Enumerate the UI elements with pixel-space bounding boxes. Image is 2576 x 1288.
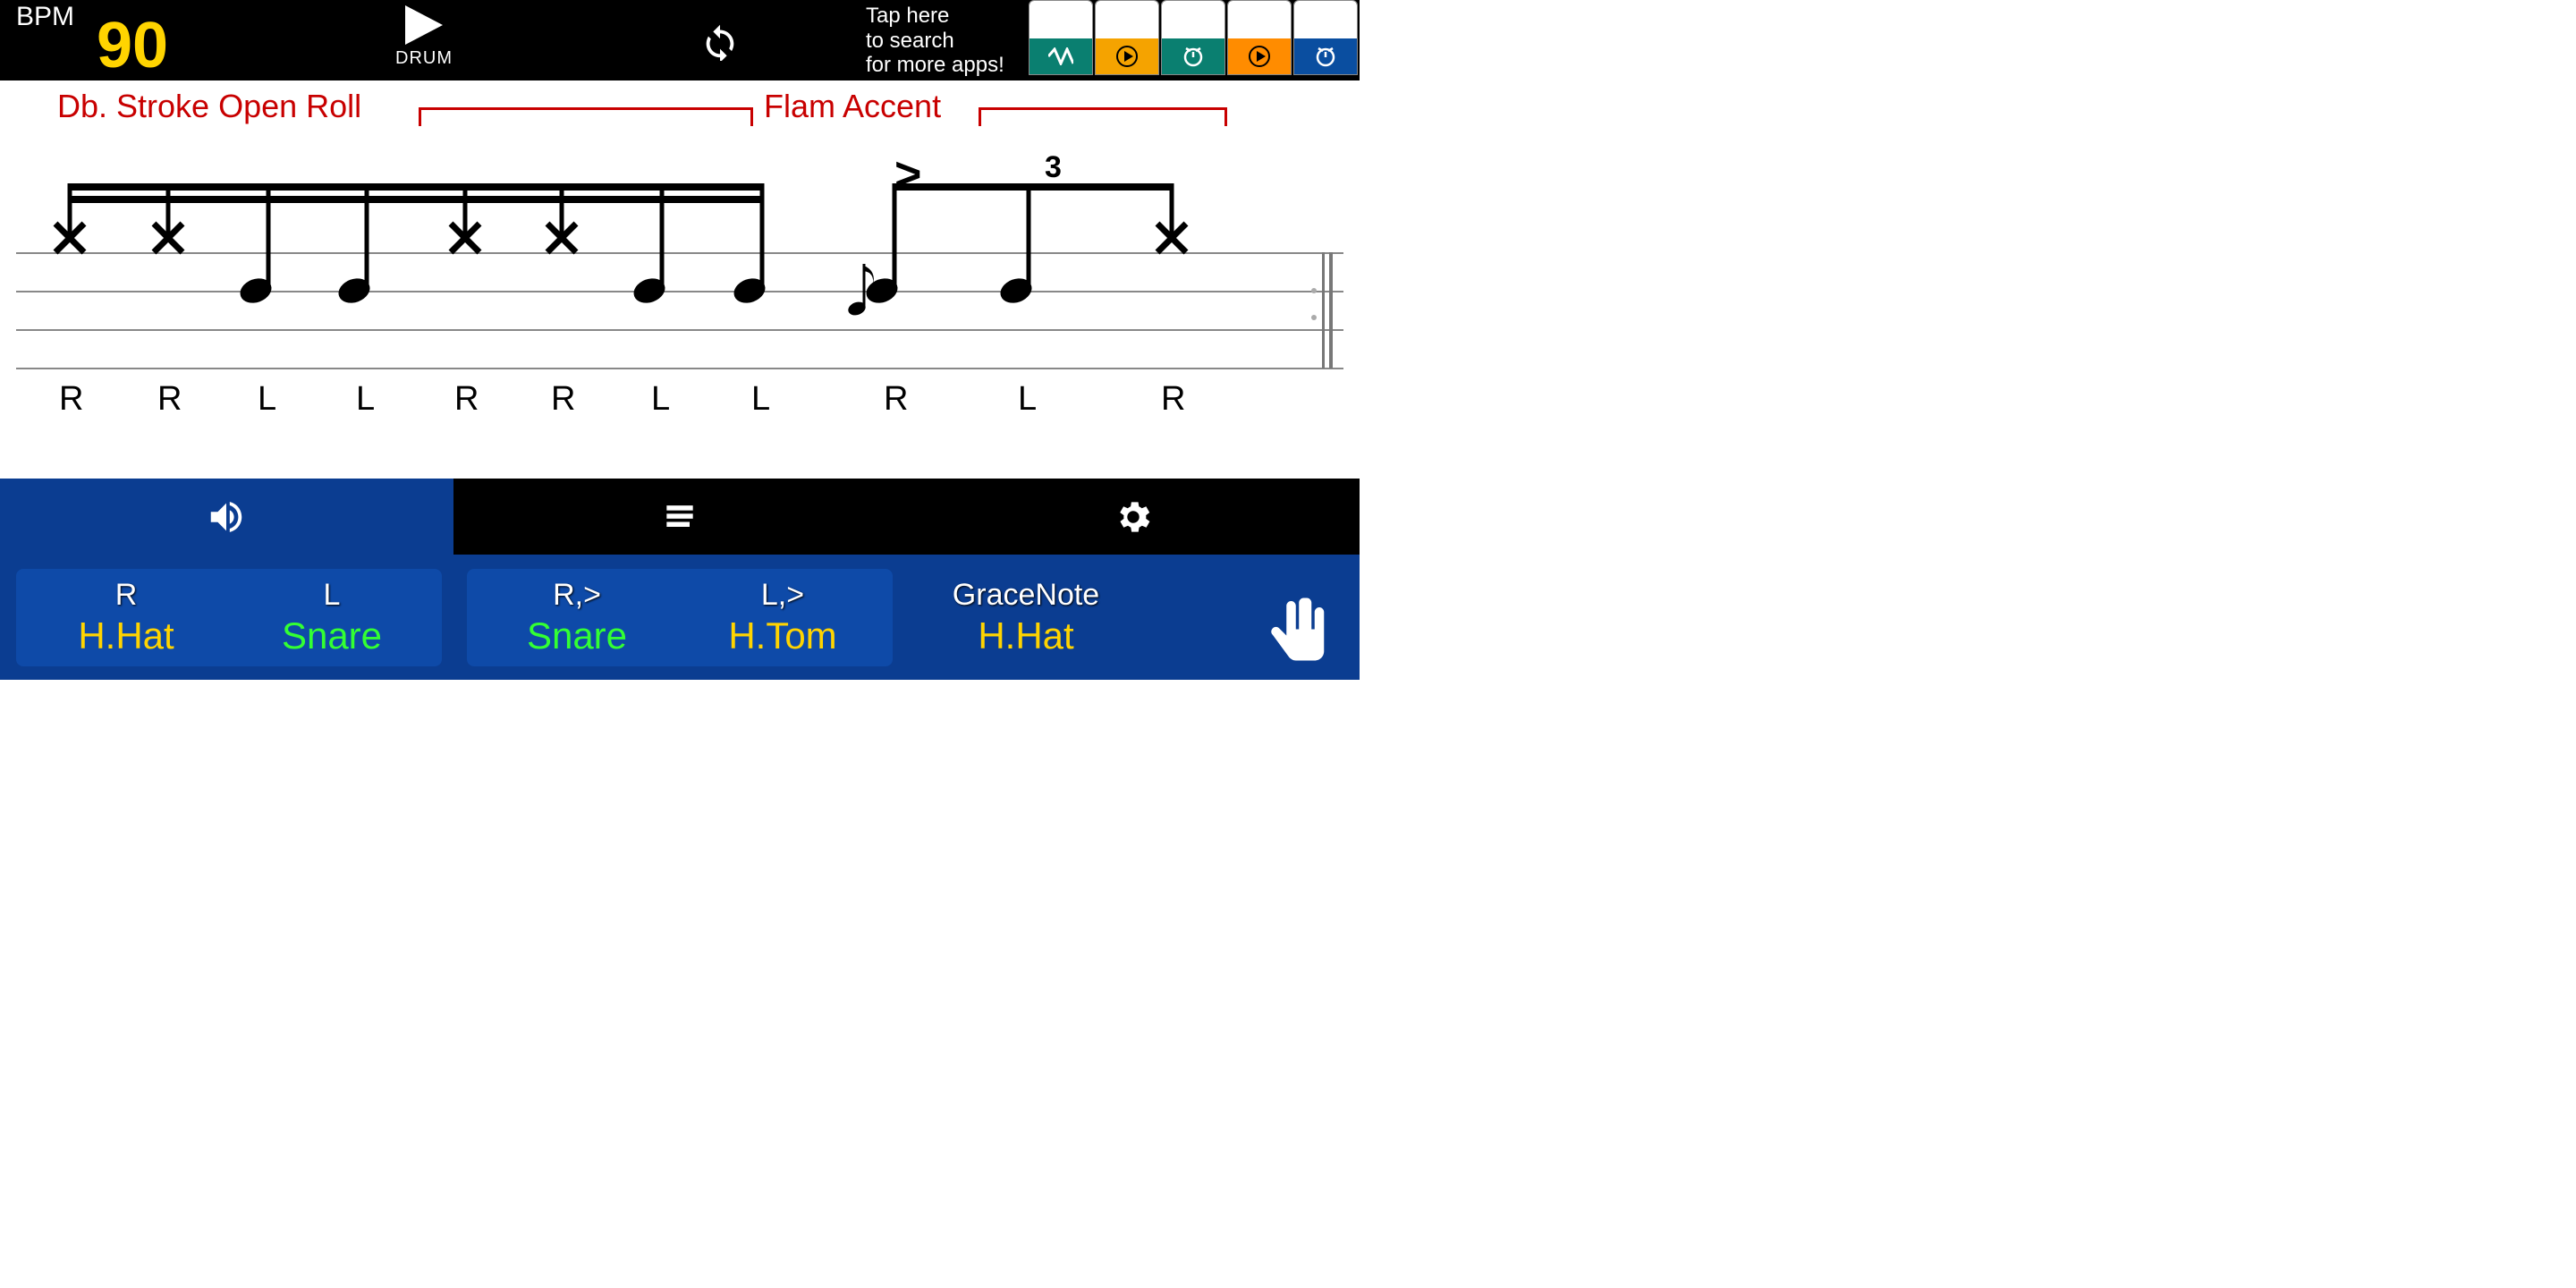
tile-notes-icon: ♫3♫ [1179,9,1207,30]
panel-cell-r-accent[interactable]: R,> Snare [474,572,680,663]
sticking-letter: R [59,380,83,419]
sticking-letter: L [651,380,670,419]
speaker-icon [206,496,247,538]
panel-label: R,> [483,578,671,613]
tile-notes-icon: ♪♪♪ [1114,10,1140,30]
sticking-letter: R [157,380,182,419]
ad-line: Tap here [866,4,1004,29]
tile-notes-icon: ♪♫♫ [1243,11,1275,30]
hand-button[interactable] [1263,595,1338,674]
tab-settings[interactable] [906,479,1360,555]
panel-value: Snare [238,614,426,657]
loop-button[interactable] [699,20,741,65]
panel-cell-gracenote[interactable]: GraceNote H.Hat [914,578,1138,657]
panel-cell-l-accent[interactable]: L,> H.Tom [680,572,886,663]
sticking-letter: L [258,380,276,419]
wave-icon [1048,47,1073,65]
sticking-letter: R [551,380,575,419]
play-mode-label: DRUM [395,48,453,69]
play-button[interactable]: DRUM [395,5,453,69]
panel-cell-l[interactable]: L Snare [229,572,435,663]
panel-value: H.Hat [32,614,220,657]
loop-icon [699,20,741,61]
clock-icon [1182,45,1205,68]
top-bar: BPM 90 DRUM Tap here to search for more … [0,0,1360,80]
hand-icon [1263,595,1338,670]
app-tile-2[interactable]: ♪♪♪ [1095,0,1159,75]
sticking-letter: L [1018,380,1037,419]
app-tile-4[interactable]: ♪♫♫ [1227,0,1292,75]
tab-sound[interactable] [0,479,453,555]
clock-icon [1314,45,1337,68]
search-apps-link[interactable]: Tap here to search for more apps! [866,4,1004,78]
panel-value: Snare [483,614,671,657]
ad-line: to search [866,29,1004,54]
app-tiles: ♫♫ ♪♪♪ ♫3♫ ♪♫♫ ♫3♫ [1029,0,1358,75]
sound-panel: R H.Hat L Snare R,> Snare L,> H.Tom Grac… [0,555,1360,680]
tile-notes-icon: ♫♫ [1047,10,1074,30]
sticking-letter: R [1161,380,1185,419]
app-tile-1[interactable]: ♫♫ [1029,0,1093,75]
tab-bar [0,479,1360,555]
panel-label: L,> [689,578,877,613]
play-circle-icon [1248,45,1271,68]
sticking-letter: L [356,380,375,419]
sticking-letter: R [454,380,479,419]
ad-line: for more apps! [866,53,1004,78]
triplet-number: 3 [1045,150,1062,185]
gear-icon [1113,496,1154,538]
bpm-value[interactable]: 90 [97,9,168,82]
bpm-label: BPM [16,2,74,32]
panel-label: GraceNote [914,578,1138,613]
list-icon [660,497,699,537]
tile-notes-icon: ♫3♫ [1311,9,1339,30]
play-circle-icon [1115,45,1139,68]
panel-label: R [32,578,220,613]
notation-svg [0,80,1360,479]
score-area[interactable]: Db. Stroke Open Roll Flam Accent > 3 RRL… [0,80,1360,479]
panel-cell-r[interactable]: R H.Hat [23,572,229,663]
sticking-letter: L [751,380,770,419]
app-tile-3[interactable]: ♫3♫ [1161,0,1225,75]
panel-label: L [238,578,426,613]
app-tile-5[interactable]: ♫3♫ [1293,0,1358,75]
accent-mark: > [894,148,921,201]
panel-value: H.Tom [689,614,877,657]
tab-list[interactable] [453,479,907,555]
play-icon [405,5,443,45]
sticking-letter: R [884,380,908,419]
panel-value: H.Hat [914,614,1138,657]
